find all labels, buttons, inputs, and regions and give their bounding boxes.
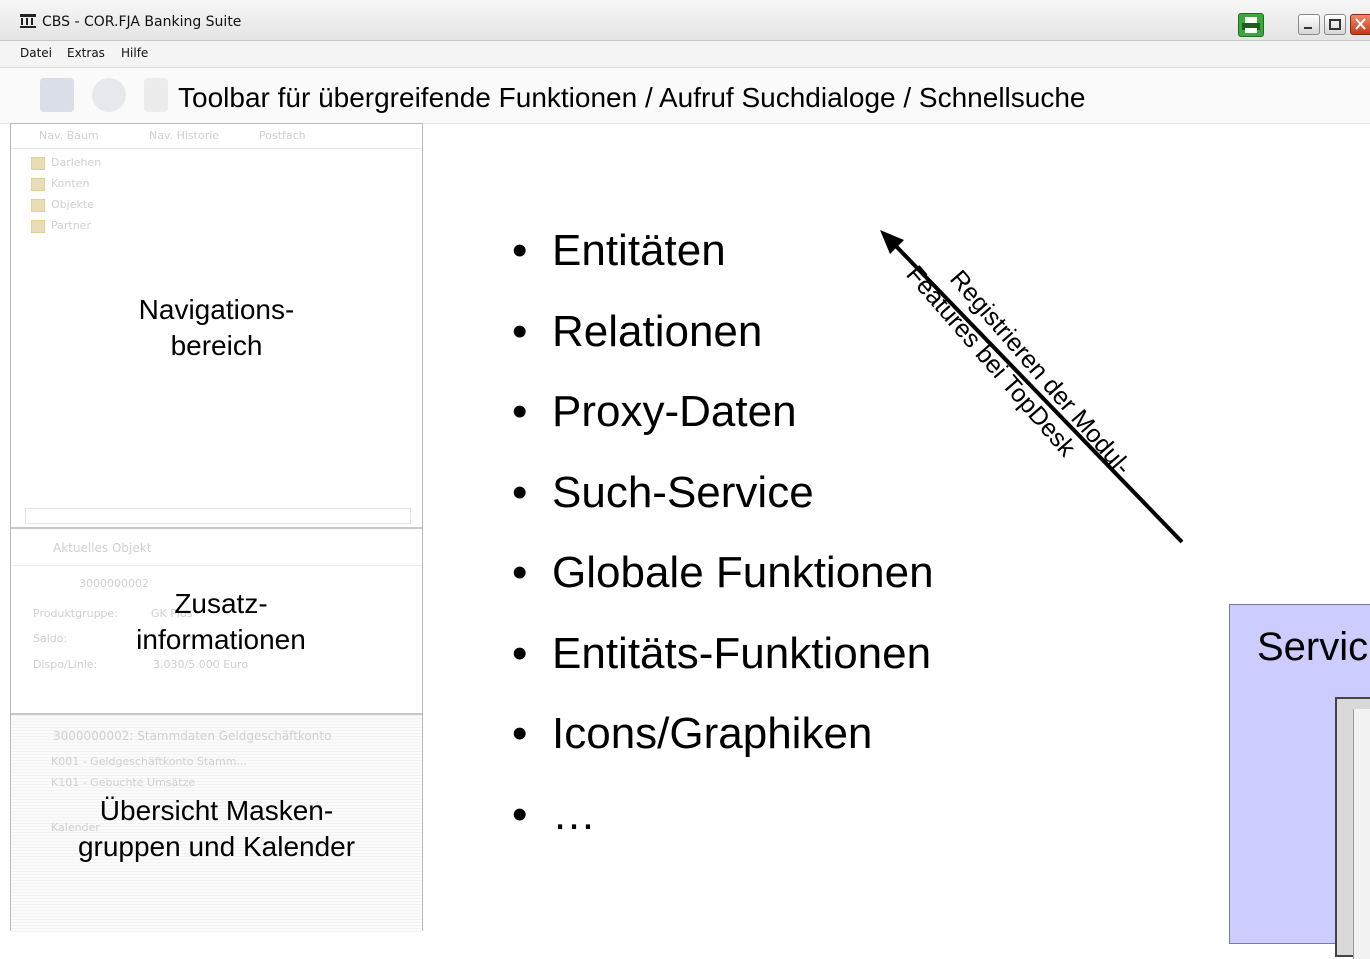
toolbar-globe-icon[interactable] — [92, 78, 126, 112]
overview-panel: 3000000002: Stammdaten Geldgeschäftkonto… — [11, 715, 422, 932]
tab-postfach[interactable]: Postfach — [259, 129, 306, 142]
additional-info-annotation: Zusatz- informationen — [136, 588, 306, 655]
window-titlebar: CBS - COR.FJA Banking Suite — [0, 0, 1370, 41]
maximize-button[interactable] — [1324, 14, 1346, 35]
list-item: • Globale Funktionen — [512, 548, 934, 597]
tree-item-objekte[interactable]: Objekte — [31, 198, 94, 212]
left-column: Nav. Baum Nav. Historie Postfach Darlehe… — [10, 123, 423, 932]
service-box-label: Servic — [1257, 625, 1369, 669]
info-label-produktgruppe: Produktgruppe: — [33, 607, 119, 620]
tree-item-darlehen[interactable]: Darlehen — [31, 156, 101, 170]
info-label-saldo: Saldo: — [33, 632, 68, 645]
horizontal-scrollbar[interactable] — [25, 508, 411, 524]
navigation-tabs: Nav. Baum Nav. Historie Postfach — [11, 124, 422, 149]
menu-hilfe[interactable]: Hilfe — [121, 46, 148, 60]
info-label-dispo: Dispo/Linie: — [33, 658, 98, 671]
overview-header[interactable]: 3000000002: Stammdaten Geldgeschäftkonto — [53, 729, 331, 743]
navigation-area-annotation: Navigations- bereich — [138, 294, 295, 361]
toolbar-search-icon[interactable] — [40, 78, 74, 112]
folder-icon — [31, 156, 45, 170]
info-value-dispo: 3.030/5.000 Euro — [153, 658, 249, 671]
close-icon — [1355, 18, 1366, 30]
print-button[interactable] — [1238, 13, 1264, 37]
overview-annotation: Übersicht Masken- gruppen und Kalender — [77, 795, 356, 862]
minimize-button[interactable] — [1298, 14, 1320, 35]
folder-icon — [31, 219, 45, 233]
menu-extras[interactable]: Extras — [67, 46, 105, 60]
toolbar-annotation: Toolbar für übergreifende Funktionen / A… — [178, 82, 1086, 113]
bank-app-icon — [20, 14, 36, 28]
service-inner-frame — [1335, 697, 1370, 959]
maximize-icon — [1329, 19, 1341, 30]
list-item: •… — [512, 789, 596, 839]
menu-bar: Datei Extras Hilfe — [0, 41, 1370, 68]
current-object-panel: Aktuelles Objekt 3000000002 Produktgrupp… — [11, 529, 422, 715]
service-inner-page — [1353, 709, 1370, 959]
toolbar: Toolbar für übergreifende Funktionen / A… — [0, 68, 1370, 124]
overview-item[interactable]: K001 - Geldgeschäftkonto Stamm... — [51, 755, 247, 768]
printer-icon — [1242, 17, 1260, 33]
list-item: • Icons/Graphiken — [512, 709, 873, 758]
tree-item-konten[interactable]: Konten — [31, 177, 89, 191]
minimize-icon — [1304, 27, 1312, 29]
folder-icon — [31, 177, 45, 191]
service-box: Servic — [1229, 604, 1370, 959]
current-object-header: Aktuelles Objekt — [11, 529, 422, 566]
navigation-panel: Nav. Baum Nav. Historie Postfach Darlehe… — [11, 124, 422, 529]
toolbar-document-icon[interactable] — [144, 78, 168, 112]
tab-nav-baum[interactable]: Nav. Baum — [39, 129, 99, 142]
list-item: • Entitäts-Funktionen — [512, 628, 932, 678]
overview-item[interactable]: K101 - Gebuchte Umsätze — [51, 776, 195, 789]
tree-item-partner[interactable]: Partner — [31, 219, 91, 233]
folder-icon — [31, 198, 45, 212]
window-title: CBS - COR.FJA Banking Suite — [42, 14, 242, 30]
tab-nav-historie[interactable]: Nav. Historie — [149, 129, 219, 142]
close-button[interactable] — [1350, 14, 1370, 35]
menu-datei[interactable]: Datei — [20, 46, 52, 60]
